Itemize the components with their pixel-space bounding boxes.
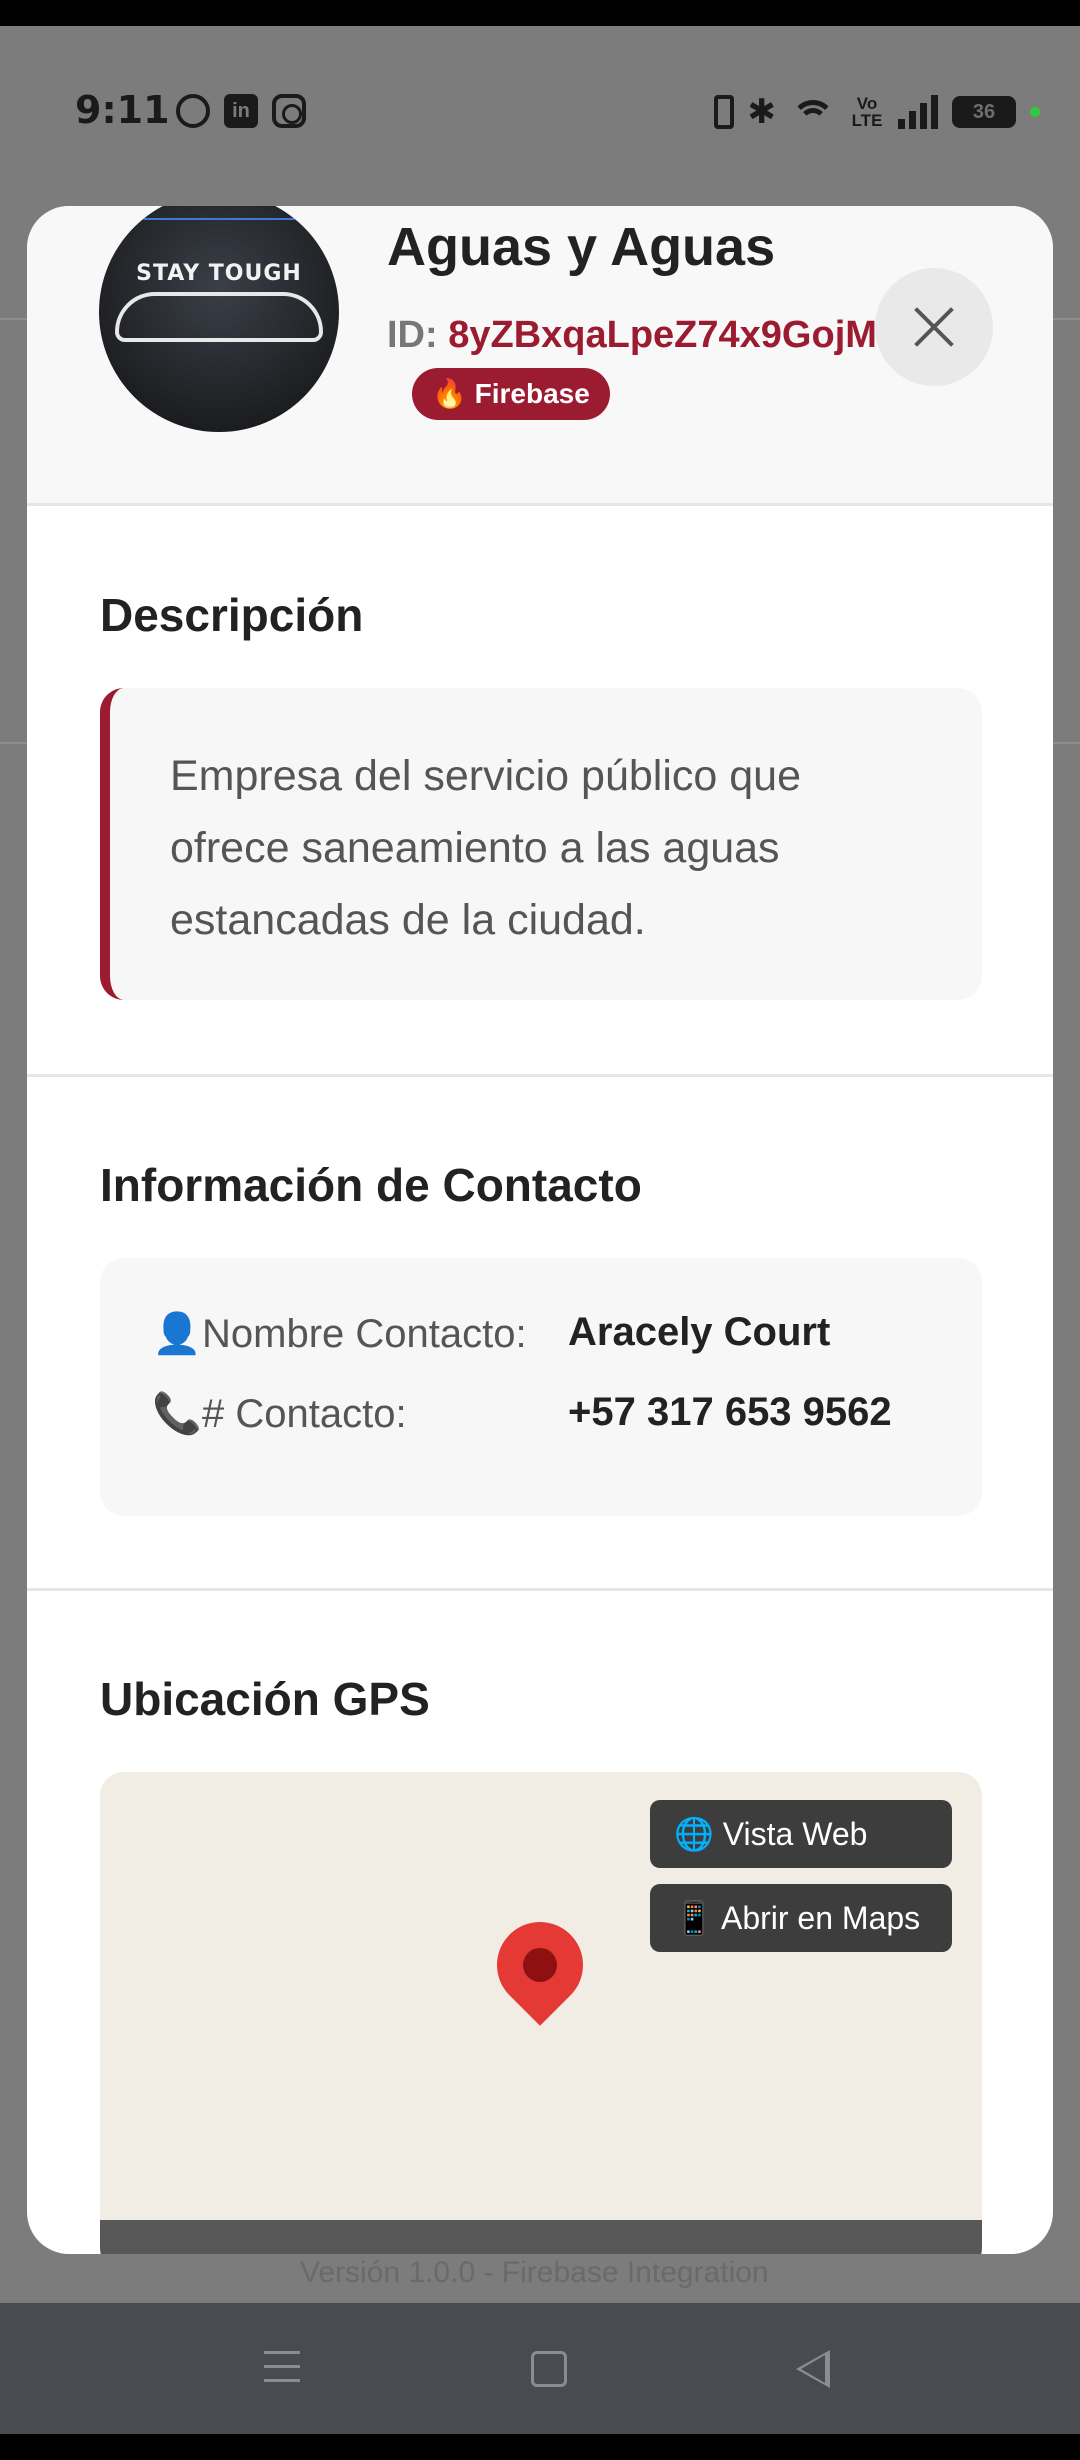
whatsapp-icon [176,94,210,128]
bluetooth-icon: ✱ [747,92,777,132]
gps-heading: Ubicación GPS [100,1673,430,1725]
contact-name-label: Nombre Contacto: [202,1312,527,1356]
contact-phone-value[interactable]: +57 317 653 9562 [568,1390,892,1435]
close-button[interactable] [875,268,993,386]
contact-box: 👤Nombre Contacto: Aracely Court 📞# Conta… [100,1258,982,1516]
vibrate-icon [713,95,734,129]
map-attribution-bar [100,2220,982,2254]
open-maps-button[interactable]: 📱 Abrir en Maps [650,1884,952,1952]
record-id-label: ID: [387,314,449,356]
home-icon[interactable] [531,2351,567,2387]
signal-icon [898,95,938,129]
footer-version-text: Versión 1.0.0 - Firebase Integration [300,2256,769,2289]
contact-heading: Información de Contacto [100,1159,642,1211]
status-bar: 9:11 in ✱ Vo LTE 36 [0,26,1080,154]
instagram-icon [272,94,306,128]
web-view-button[interactable]: 🌐 Vista Web [650,1800,952,1868]
record-id-value: 8yZBxqaLpeZ74x9GojM [448,314,877,356]
wifi-icon [790,94,836,130]
volte-indicator: Vo LTE [851,94,883,130]
description-heading: Descripción [100,589,364,641]
firebase-badge: 🔥 Firebase [412,368,610,420]
contact-name-value: Aracely Court [568,1310,831,1354]
status-time: 9:11 [75,88,170,132]
system-icons: ✱ Vo LTE 36 [713,92,1040,132]
battery-icon: 36 [952,96,1016,128]
phone-icon: 📞 [152,1392,202,1436]
muscle-arms-graphic [115,292,323,342]
record-id: ID: 8yZBxqaLpeZ74x9GojM [387,314,907,357]
description-text: Empresa del servicio público que ofrece … [170,752,801,944]
bottom-frame [0,2434,1080,2460]
person-icon: 👤 [152,1312,202,1356]
contact-name-row: 👤Nombre Contacto: [152,1310,527,1357]
back-icon[interactable] [796,2350,830,2388]
modal-title: Aguas y Aguas [387,217,776,277]
description-box: Empresa del servicio público que ofrece … [100,688,982,1000]
privacy-dot [1030,107,1040,117]
modal-header: STAY TOUGH Aguas y Aguas ID: 8yZBxqaLpeZ… [27,206,1053,506]
notification-icons: in [176,94,306,128]
map-pin-icon[interactable] [479,1904,601,2026]
section-divider [27,1074,1053,1077]
top-frame [0,0,1080,26]
section-divider [27,1588,1053,1591]
avatar-caption: STAY TOUGH [136,261,302,286]
map-view[interactable]: 🌐 Vista Web 📱 Abrir en Maps [100,1772,982,2254]
avatar: STAY TOUGH [99,206,339,432]
contact-phone-row: 📞# Contacto: [152,1390,407,1437]
system-navigation-bar [0,2303,1080,2434]
keyboard-graphic [139,206,299,220]
recents-icon[interactable] [264,2351,300,2385]
contact-phone-label: # Contacto: [202,1392,407,1436]
detail-modal: STAY TOUGH Aguas y Aguas ID: 8yZBxqaLpeZ… [27,206,1053,2254]
linkedin-icon: in [224,94,258,128]
